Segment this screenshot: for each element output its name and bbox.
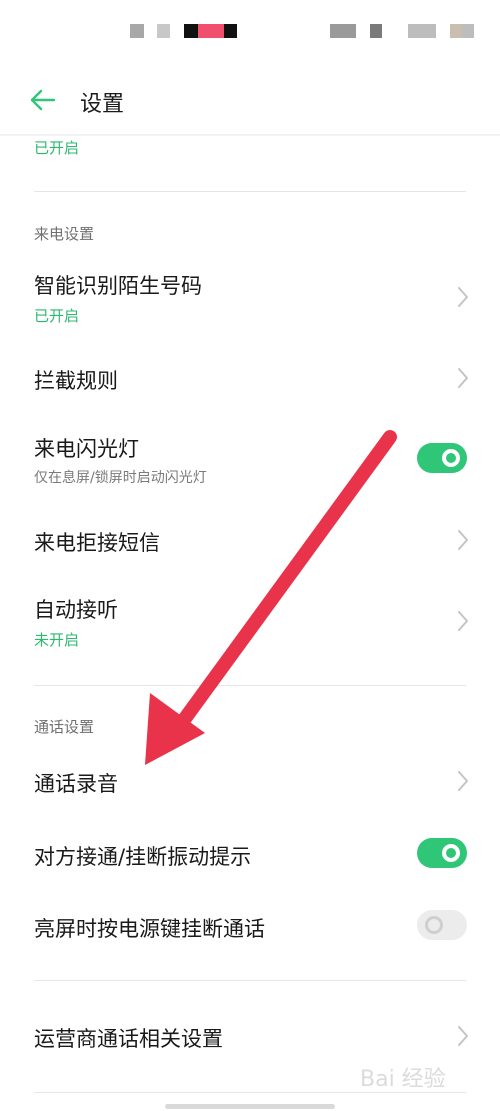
toggle-knob xyxy=(425,916,443,934)
setting-call-recording[interactable]: 通话录音 xyxy=(0,748,500,814)
flash-toggle[interactable] xyxy=(417,443,467,473)
setting-power-key-hangup: 亮屏时按电源键挂断通话 xyxy=(0,894,500,960)
back-button[interactable] xyxy=(28,84,60,116)
divider xyxy=(34,191,466,192)
connect-vibration-toggle[interactable] xyxy=(417,838,467,868)
chevron-right-icon xyxy=(458,611,468,631)
setting-status: 已开启 xyxy=(34,307,80,325)
chevron-right-icon xyxy=(458,1026,468,1046)
setting-title: 自动接听 xyxy=(34,598,118,622)
setting-title: 来电拒接短信 xyxy=(34,531,160,555)
setting-connect-vibration: 对方接通/挂断振动提示 xyxy=(0,822,500,888)
toggle-knob xyxy=(442,844,460,862)
setting-incoming-flash: 来电闪光灯 仅在息屏/锁屏时启动闪光灯 xyxy=(0,420,500,500)
baidu-jingyan-logo: Bai 经验 xyxy=(360,1067,446,1092)
divider xyxy=(34,980,466,981)
setting-title: 拦截规则 xyxy=(34,369,118,393)
setting-title: 通话录音 xyxy=(34,772,118,796)
setting-reject-sms[interactable]: 来电拒接短信 xyxy=(0,508,500,574)
previous-item-status: 已开启 xyxy=(34,139,80,157)
status-bar xyxy=(0,24,500,40)
power-key-hangup-toggle[interactable] xyxy=(417,910,467,940)
toggle-knob xyxy=(442,449,460,467)
section-label-incoming: 来电设置 xyxy=(34,225,95,243)
home-indicator xyxy=(165,1104,335,1109)
setting-title: 对方接通/挂断振动提示 xyxy=(34,845,252,869)
arrow-left-icon xyxy=(30,89,56,111)
setting-description: 仅在息屏/锁屏时启动闪光灯 xyxy=(34,470,207,486)
setting-status: 未开启 xyxy=(34,631,80,649)
svg-text:Bai 经验: Bai 经验 xyxy=(360,1067,446,1092)
setting-title: 运营商通话相关设置 xyxy=(34,1027,223,1051)
setting-smart-identify-unknown[interactable]: 智能识别陌生号码 已开启 xyxy=(0,258,500,338)
top-app-bar: 设置 xyxy=(0,70,500,134)
section-label-call: 通话设置 xyxy=(34,718,95,736)
chevron-right-icon xyxy=(458,771,468,791)
setting-block-rules[interactable]: 拦截规则 xyxy=(0,345,500,411)
setting-title: 来电闪光灯 xyxy=(34,437,139,461)
setting-title: 亮屏时按电源键挂断通话 xyxy=(34,917,265,941)
divider xyxy=(34,685,466,686)
chevron-right-icon xyxy=(458,287,468,307)
setting-auto-answer[interactable]: 自动接听 未开启 xyxy=(0,582,500,662)
setting-title: 智能识别陌生号码 xyxy=(34,274,202,298)
page-title: 设置 xyxy=(80,92,125,117)
chevron-right-icon xyxy=(458,368,468,388)
header-divider xyxy=(0,134,500,136)
chevron-right-icon xyxy=(458,530,468,550)
